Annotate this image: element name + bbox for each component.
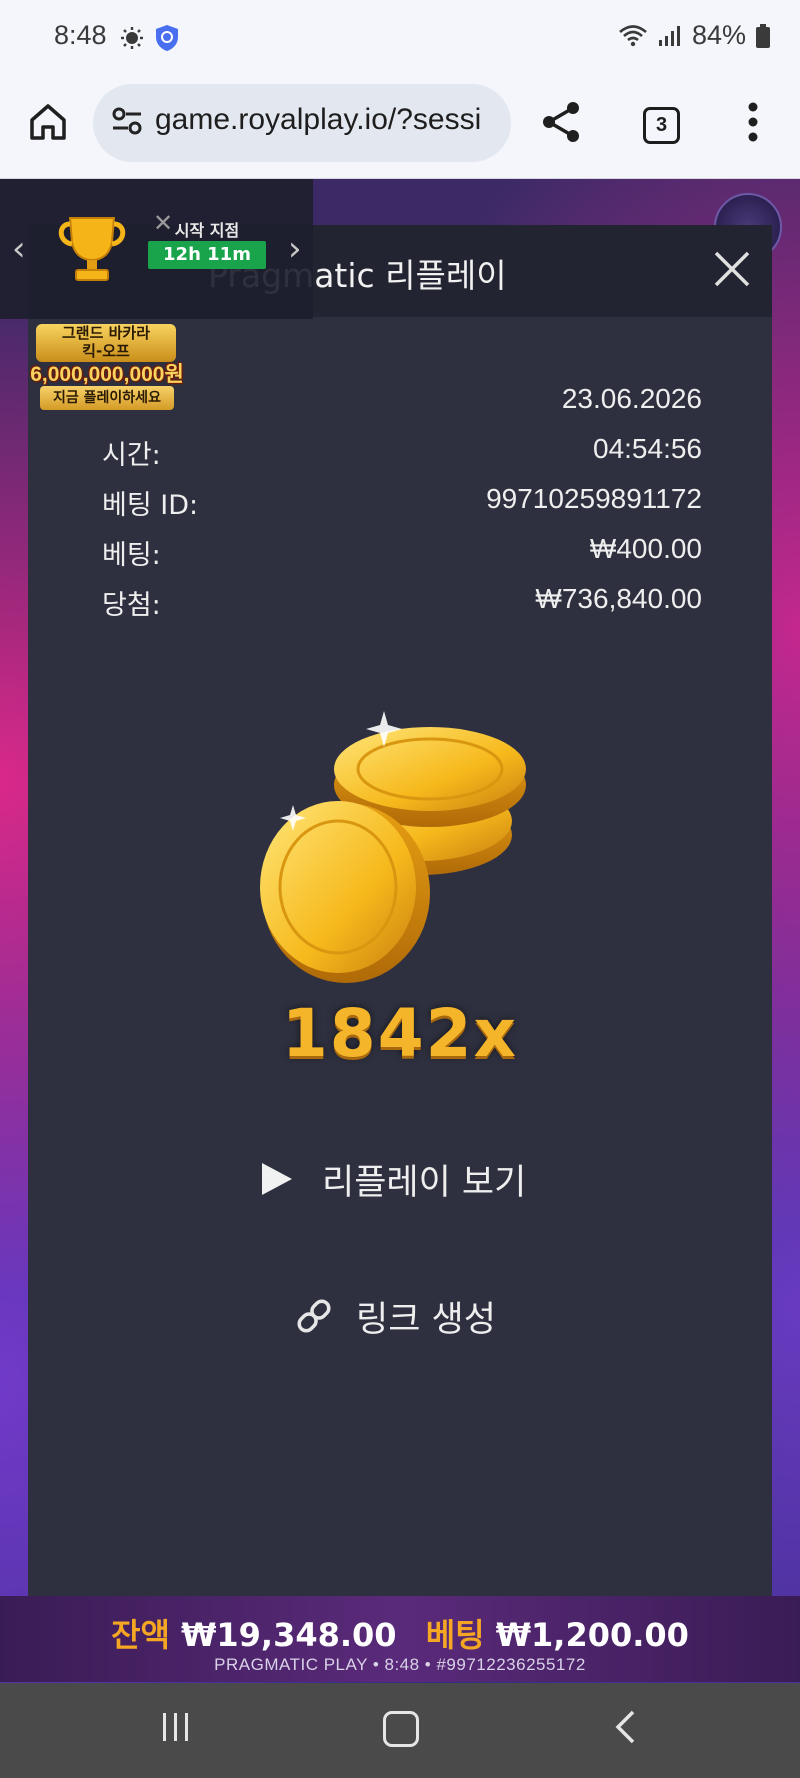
link-icon (297, 1299, 331, 1333)
win-label: 당첨: (102, 590, 161, 621)
win-multiplier: 1842x (281, 995, 519, 1072)
bet-row: 베팅: ₩400.00 (102, 533, 702, 573)
promo-timer: 12h 11m (148, 241, 266, 269)
shield-icon (156, 25, 178, 51)
promo-next-icon[interactable]: › (288, 229, 302, 269)
tune-icon[interactable] (111, 106, 143, 136)
system-nav-bar (0, 1683, 800, 1778)
nav-home-icon[interactable] (383, 1711, 419, 1747)
promo-prev-icon[interactable]: ‹ (12, 229, 26, 269)
browser-toolbar: game.royalplay.io/?sessi 3 (0, 80, 800, 179)
address-bar[interactable]: game.royalplay.io/?sessi (93, 84, 511, 162)
tournament-promo[interactable]: ‹ › ✕ 시작 지점 12h 11m (0, 179, 313, 319)
status-bar: 8:48 84% (0, 0, 800, 80)
recent-apps-icon[interactable] (160, 1711, 192, 1743)
status-time: 8:48 (54, 20, 107, 50)
date-row: 23.06.2026 (102, 383, 702, 423)
provider-line: PRAGMATIC PLAY • 8:48 • #99712236255172 (214, 1655, 586, 1674)
status-left-icons (120, 24, 180, 52)
bet-id-row: 베팅 ID: 99710259891172 (102, 483, 702, 523)
play-icon (262, 1163, 292, 1195)
trophy-icon (58, 217, 126, 281)
time-value: 04:54:56 (593, 433, 702, 464)
time-row: 시간: 04:54:56 (102, 433, 702, 473)
home-icon[interactable] (26, 100, 70, 144)
bet-label: 베팅: (102, 540, 161, 571)
status-right: 84% (618, 20, 770, 51)
gold-coins-icon (260, 711, 526, 983)
date-value: 23.06.2026 (561, 383, 702, 414)
time-label: 시간: (102, 440, 161, 471)
balance-line: 잔액 ₩19,348.00 베팅 ₩1,200.00 (0, 1610, 800, 1656)
promo-play-now[interactable]: 지금 플레이하세요 (40, 386, 174, 410)
game-footer: 잔액 ₩19,348.00 베팅 ₩1,200.00 PRAGMATIC PLA… (0, 1596, 800, 1682)
promo-amount: 6,000,000,000원 (30, 363, 184, 386)
share-icon[interactable] (540, 100, 584, 144)
back-icon[interactable] (613, 1709, 637, 1745)
wifi-icon (619, 24, 647, 46)
more-vert-icon[interactable] (748, 102, 758, 142)
battery-percent: 84% (691, 20, 746, 50)
url-text: game.royalplay.io/?sessi (155, 103, 482, 136)
bet-value: ₩400.00 (589, 533, 702, 564)
create-link-label: 링크 생성 (356, 1299, 496, 1340)
balance-label: 잔액 (111, 1616, 170, 1654)
tab-switcher-button[interactable]: 3 (643, 107, 680, 144)
bet-total-label: 베팅 (425, 1616, 485, 1654)
watch-replay-button[interactable]: 리플레이 보기 (260, 1153, 526, 1205)
promo-banner-title: 그랜드 바카라 킥-오프 (36, 324, 176, 362)
watch-replay-label: 리플레이 보기 (322, 1162, 527, 1203)
bet-id-value: 99710259891172 (486, 483, 702, 514)
close-icon[interactable] (710, 247, 754, 291)
promo-banner[interactable]: 그랜드 바카라 킥-오프 6,000,000,000원 지금 플레이하세요 (22, 318, 192, 410)
win-row: 당첨: ₩736,840.00 (102, 583, 702, 623)
bet-total-value: ₩1,200.00 (495, 1616, 689, 1654)
replay-modal: Pragmatic 리플레이 23.06.2026 시간: 04:54:56 베… (28, 225, 772, 1596)
balance-value: ₩19,348.00 (181, 1616, 397, 1654)
bet-id-label: 베팅 ID: (102, 490, 199, 521)
signal-icon (658, 25, 680, 46)
promo-line1: 그랜드 바카라 (61, 324, 151, 342)
create-link-button[interactable]: 링크 생성 (294, 1290, 496, 1342)
battery-icon (756, 23, 770, 48)
promo-start-label: 시작 지점 (174, 221, 240, 240)
settings-gear-icon (121, 27, 143, 49)
win-value: ₩736,840.00 (535, 583, 702, 614)
